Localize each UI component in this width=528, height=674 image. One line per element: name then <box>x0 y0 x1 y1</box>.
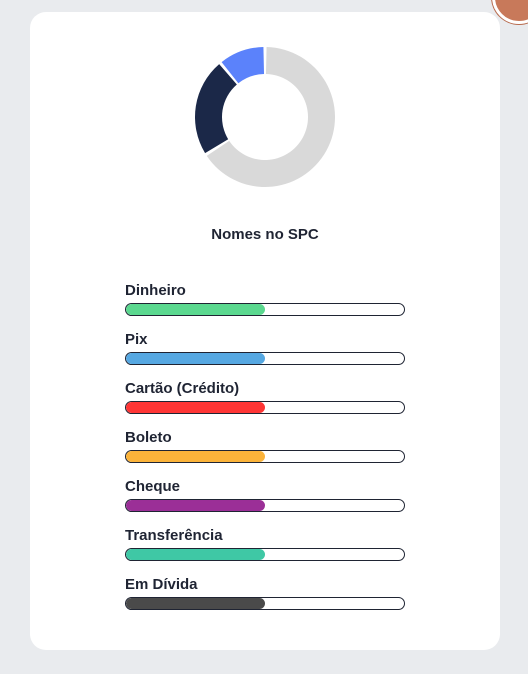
progress-bar-fill <box>126 500 265 511</box>
spc-summary-card: Nomes no SPC Dinheiro Pix Cartão (Crédit… <box>30 12 500 650</box>
progress-bar <box>125 303 405 316</box>
payment-method-list: Dinheiro Pix Cartão (Crédito) Boleto Che… <box>125 282 405 625</box>
payment-method-label: Cheque <box>125 478 181 495</box>
payment-method-label: Transferência <box>125 527 223 544</box>
donut-chart-svg <box>195 47 335 187</box>
payment-method-item: Boleto <box>125 429 405 478</box>
payment-method-item: Pix <box>125 331 405 380</box>
payment-method-label: Em Dívida <box>125 576 198 593</box>
payment-method-label: Cartão (Crédito) <box>125 380 240 397</box>
progress-bar-fill <box>126 304 265 315</box>
progress-bar <box>125 401 405 414</box>
progress-bar-fill <box>126 598 265 609</box>
progress-bar <box>125 352 405 365</box>
payment-method-item: Dinheiro <box>125 282 405 331</box>
payment-method-label: Pix <box>125 331 148 348</box>
progress-bar-fill <box>126 402 265 413</box>
payment-method-item: Cheque <box>125 478 405 527</box>
payment-method-item: Transferência <box>125 527 405 576</box>
payment-method-item: Cartão (Crédito) <box>125 380 405 429</box>
progress-bar-fill <box>126 353 265 364</box>
payment-method-item: Em Dívida <box>125 576 405 625</box>
progress-bar <box>125 450 405 463</box>
progress-bar <box>125 597 405 610</box>
payment-method-label: Dinheiro <box>125 282 186 299</box>
progress-bar <box>125 499 405 512</box>
donut-chart <box>195 47 335 187</box>
donut-slice-1 <box>195 64 237 154</box>
progress-bar <box>125 548 405 561</box>
payment-method-label: Boleto <box>125 429 172 446</box>
progress-bar-fill <box>126 451 265 462</box>
card-title: Nomes no SPC <box>211 226 319 243</box>
progress-bar-fill <box>126 549 265 560</box>
donut-slice-0 <box>206 47 335 187</box>
